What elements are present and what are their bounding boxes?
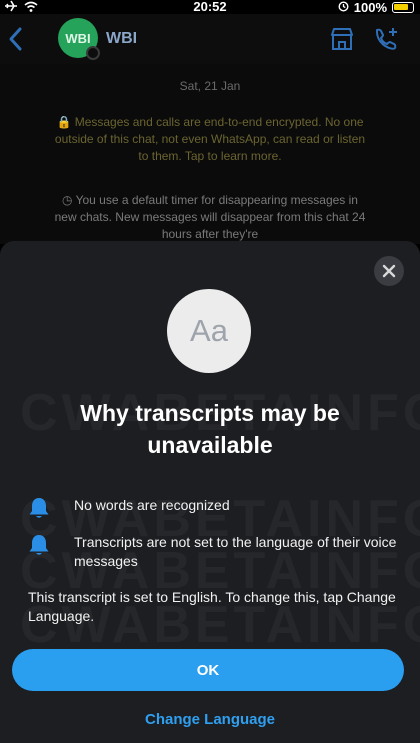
aa-glyph: Aa xyxy=(190,313,228,348)
chat-header: WBI WBI xyxy=(0,14,420,64)
disappearing-timer-notice[interactable]: ◷ You use a default timer for disappeari… xyxy=(50,192,370,243)
add-call-icon[interactable] xyxy=(372,26,400,52)
close-icon xyxy=(382,264,396,278)
status-bar: 20:52 100% xyxy=(0,0,420,15)
reason-item: No words are recognized xyxy=(28,496,398,520)
store-icon[interactable] xyxy=(328,26,356,52)
battery-percent: 100% xyxy=(353,0,387,15)
disappearing-timer-badge-icon xyxy=(86,46,100,60)
reason-item: Transcripts are not set to the language … xyxy=(28,533,398,571)
close-button[interactable] xyxy=(374,256,404,286)
chat-title[interactable]: WBI xyxy=(106,30,137,48)
reason-text: Transcripts are not set to the language … xyxy=(74,534,397,569)
chat-avatar[interactable]: WBI xyxy=(58,18,100,60)
encryption-notice[interactable]: 🔒 Messages and calls are end-to-end encr… xyxy=(50,114,370,165)
change-language-link[interactable]: Change Language xyxy=(0,711,420,728)
ok-button[interactable]: OK xyxy=(12,649,404,691)
text-format-icon: Aa xyxy=(167,289,251,373)
language-info-text: This transcript is set to English. To ch… xyxy=(28,589,396,624)
bell-icon xyxy=(28,533,50,557)
reason-text: No words are recognized xyxy=(74,497,230,513)
chat-body: Sat, 21 Jan 🔒 Messages and calls are end… xyxy=(0,64,420,244)
bell-icon xyxy=(28,496,50,520)
avatar-initials: WBI xyxy=(65,30,91,46)
back-chevron-icon[interactable] xyxy=(6,26,26,52)
battery-icon xyxy=(392,1,414,13)
transcript-info-sheet: CWABETAINFO CWABETAINFO CWABETAINFO CWAB… xyxy=(0,241,420,743)
alarm-icon xyxy=(338,0,349,15)
sheet-title: Why transcripts may be unavailable xyxy=(80,400,340,458)
date-separator: Sat, 21 Jan xyxy=(179,79,241,93)
